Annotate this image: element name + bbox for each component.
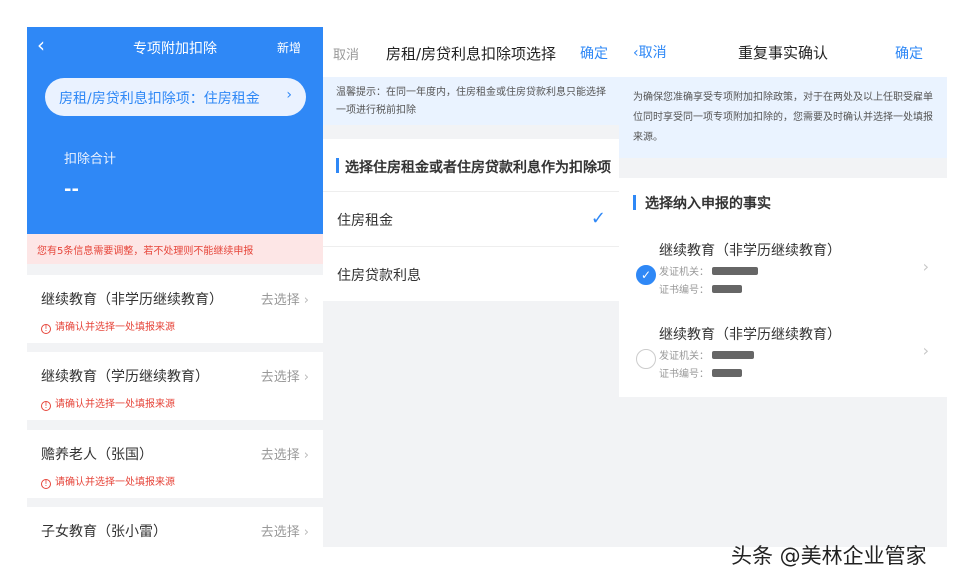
sum-label: 扣除合计: [64, 152, 117, 167]
deduction-item[interactable]: 赡养老人（张国） 去选择 › ! 请确认并选择一处填报来源: [27, 430, 323, 498]
radio-empty-icon[interactable]: [636, 349, 656, 369]
top-bar: 取消 房租/房贷利息扣除项选择 确定: [323, 27, 619, 77]
item-title: 继续教育（非学历继续教育）: [41, 292, 223, 308]
item-title: 赡养老人（张国）: [41, 447, 153, 463]
confirm-button[interactable]: 确定: [895, 43, 923, 63]
section-accent-bar: [336, 158, 339, 173]
sum-value: --: [64, 179, 79, 200]
chevron-right-icon: ›: [922, 257, 929, 276]
warning-banner: 您有5条信息需要调整，若不处理则不能继续申报: [27, 234, 323, 264]
radio-checked-icon[interactable]: ✓: [636, 265, 656, 285]
item-title: 继续教育（学历继续教育）: [41, 369, 209, 385]
item-note: ! 请确认并选择一处填报来源: [41, 395, 175, 411]
fact-record[interactable]: ✓ 继续教育（非学历继续教育） 发证机关： 证书编号： ›: [619, 240, 947, 320]
fact-record[interactable]: 继续教育（非学历继续教育） 发证机关： 证书编号： ›: [619, 324, 947, 404]
selector-label: 房租/房贷利息扣除项：住房租金: [59, 91, 260, 107]
facts-card: 选择纳入申报的事实 ✓ 继续教育（非学历继续教育） 发证机关： 证书编号： › …: [619, 178, 947, 397]
header-hero: ‹ 专项附加扣除 新增 房租/房贷利息扣除项：住房租金 › 扣除合计 --: [27, 27, 323, 234]
cert-line: 证书编号：: [659, 281, 742, 296]
warning-circle-icon: !: [41, 324, 51, 334]
redacted-value: [712, 285, 742, 293]
warning-circle-icon: !: [41, 401, 51, 411]
redacted-value: [712, 267, 758, 275]
top-bar: ‹ 专项附加扣除 新增: [27, 27, 323, 65]
tip-text: 温馨提示：在同一年度内，住房租金或住房贷款利息只能选择一项进行税前扣除: [336, 87, 606, 116]
option-housing-rent[interactable]: 住房租金 ✓: [323, 191, 619, 246]
warning-text: 您有5条信息需要调整，若不处理则不能继续申报: [37, 246, 254, 257]
deduction-item[interactable]: 继续教育（非学历继续教育） 去选择 › ! 请确认并选择一处填报来源: [27, 275, 323, 343]
deduction-item[interactable]: 继续教育（学历继续教育） 去选择 › ! 请确认并选择一处填报来源: [27, 352, 323, 420]
checkmark-icon: ✓: [590, 208, 606, 229]
issuer-line: 发证机关：: [659, 263, 758, 278]
redacted-value: [712, 369, 742, 377]
record-title: 继续教育（非学历继续教育）: [659, 327, 841, 343]
tip-banner: 为确保您准确享受专项附加扣除政策，对于在两处及以上任职受雇单位同时享受同一项专项…: [619, 77, 947, 158]
choose-link[interactable]: 去选择 ›: [261, 521, 309, 540]
choose-link[interactable]: 去选择 ›: [261, 366, 309, 385]
item-note: ! 请确认并选择一处填报来源: [41, 318, 175, 334]
option-housing-loan[interactable]: 住房贷款利息: [323, 246, 619, 301]
item-title: 子女教育（张小雷）: [41, 524, 167, 540]
section-title: 选择住房租金或者住房贷款利息作为扣除项: [345, 160, 611, 176]
deduction-type-selector[interactable]: 房租/房贷利息扣除项：住房租金 ›: [45, 78, 306, 116]
confirm-button[interactable]: 确定: [580, 43, 608, 63]
option-label: 住房租金: [337, 213, 393, 229]
chevron-right-icon: ›: [303, 293, 309, 308]
section-header: 选择住房租金或者住房贷款利息作为扣除项: [323, 139, 619, 191]
panel-duplicate-confirm: ‹取消 重复事实确认 确定 为确保您准确享受专项附加扣除政策，对于在两处及以上任…: [619, 27, 947, 547]
choose-link[interactable]: 去选择 ›: [261, 289, 309, 308]
page-title: 房租/房贷利息扣除项选择: [385, 45, 557, 63]
section-title: 选择纳入申报的事实: [645, 196, 771, 212]
warning-circle-icon: !: [41, 479, 51, 489]
redacted-value: [712, 351, 754, 359]
top-bar: ‹取消 重复事实确认 确定: [619, 27, 947, 77]
chevron-right-icon: ›: [922, 341, 929, 360]
new-button[interactable]: 新增: [277, 39, 301, 56]
panel-housing-option: 取消 房租/房贷利息扣除项选择 确定 温馨提示：在同一年度内，住房租金或住房贷款…: [323, 27, 619, 547]
chevron-right-icon: ›: [303, 525, 309, 540]
chevron-right-icon: ›: [303, 448, 309, 463]
cert-line: 证书编号：: [659, 365, 742, 380]
tip-banner: 温馨提示：在同一年度内，住房租金或住房贷款利息只能选择一项进行税前扣除: [323, 77, 619, 125]
chevron-right-icon: ›: [303, 370, 309, 385]
deduction-item[interactable]: 子女教育（张小雷） 去选择 ›: [27, 507, 323, 547]
issuer-line: 发证机关：: [659, 347, 754, 362]
panel-special-deductions: ‹ 专项附加扣除 新增 房租/房贷利息扣除项：住房租金 › 扣除合计 -- 您有…: [27, 27, 323, 547]
section-accent-bar: [633, 195, 636, 210]
choose-link[interactable]: 去选择 ›: [261, 444, 309, 463]
option-label: 住房贷款利息: [337, 268, 421, 284]
tip-text: 为确保您准确享受专项附加扣除政策，对于在两处及以上任职受雇单位同时享受同一项专项…: [633, 92, 933, 143]
record-title: 继续教育（非学历继续教育）: [659, 243, 841, 259]
chevron-right-icon: ›: [286, 87, 292, 103]
item-note: ! 请确认并选择一处填报来源: [41, 473, 175, 489]
watermark: 头条 @美林企业管家: [731, 544, 927, 568]
